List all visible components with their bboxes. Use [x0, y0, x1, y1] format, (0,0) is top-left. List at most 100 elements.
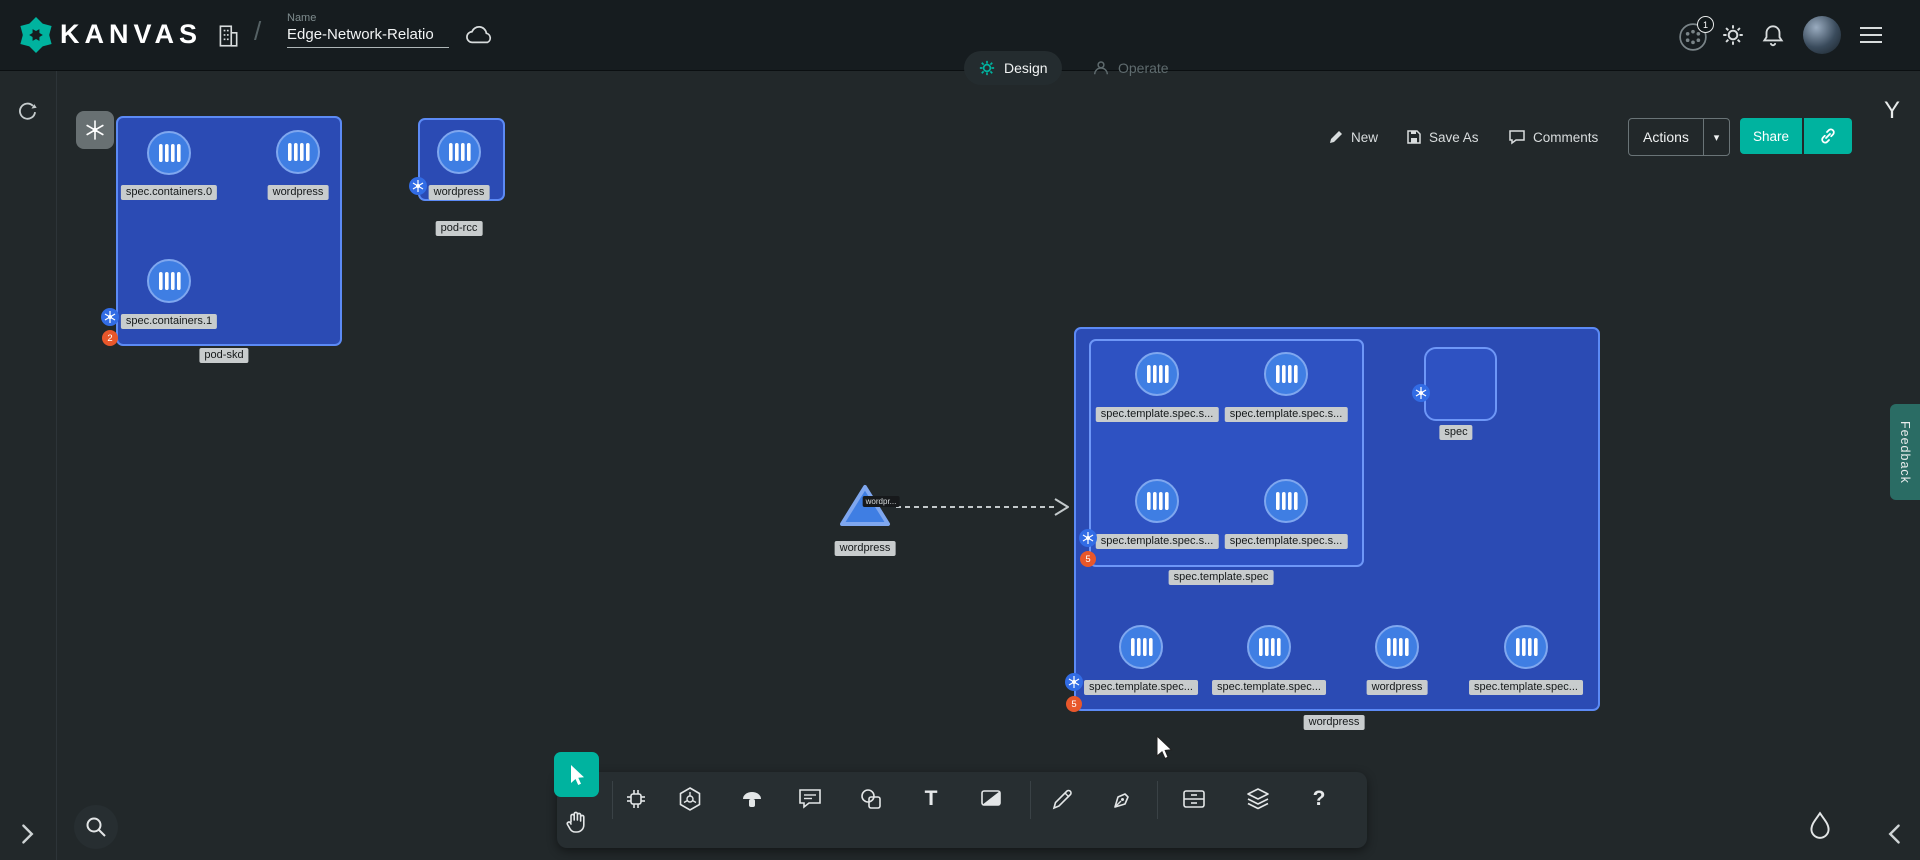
save-icon [1406, 129, 1422, 145]
container-node[interactable] [1503, 624, 1549, 670]
menu-hamburger-icon[interactable] [1858, 24, 1884, 46]
node-label: wordpress [268, 185, 329, 200]
design-tab-icon [978, 59, 996, 77]
container-icon [1118, 624, 1164, 670]
container-node[interactable] [1263, 478, 1309, 524]
component-icon [623, 786, 649, 812]
container-node[interactable] [1118, 624, 1164, 670]
import-drawer-tool-button[interactable] [1174, 779, 1214, 819]
left-rail [0, 70, 57, 860]
breadcrumb-slash: / [254, 16, 261, 47]
snowflake-icon [83, 118, 107, 142]
settings-gear-icon[interactable] [1720, 22, 1746, 48]
cursor-arrow-icon [566, 763, 588, 787]
kubernetes-badge-icon [1412, 384, 1430, 402]
layers-tool-button[interactable] [1238, 779, 1278, 819]
copy-link-button[interactable] [1804, 118, 1852, 154]
node-label: spec.template.spec... [1469, 680, 1583, 695]
collapse-left-chevron-icon[interactable] [1886, 822, 1904, 846]
actions-dropdown-button[interactable]: Actions ▾ [1628, 118, 1730, 156]
expand-right-chevron-icon[interactable] [18, 822, 36, 846]
user-avatar[interactable] [1803, 16, 1841, 54]
new-button-label: New [1351, 130, 1378, 145]
tab-operate[interactable]: Operate [1078, 51, 1183, 85]
organization-icon[interactable] [216, 23, 240, 49]
doodle-shapes-icon [858, 786, 884, 812]
freehand-draw-tool-button[interactable] [1103, 779, 1143, 819]
mushroom-icon [739, 786, 765, 812]
design-name-block: Name Edge-Network-Relatio [287, 12, 449, 48]
container-node[interactable] [436, 129, 482, 175]
select-tool-button[interactable] [554, 752, 599, 797]
patterns-tool-button[interactable] [732, 779, 772, 819]
node-label: spec.containers.1 [121, 314, 217, 329]
actions-caret[interactable]: ▾ [1703, 119, 1729, 155]
service-node-chip: wordpr... [863, 496, 900, 507]
group-label: spec.template.spec [1169, 570, 1274, 585]
container-node[interactable] [1134, 351, 1180, 397]
kubernetes-badge-icon [101, 308, 119, 326]
zoom-search-button[interactable] [74, 805, 118, 849]
container-node[interactable] [1374, 624, 1420, 670]
group-label: pod-rcc [436, 221, 483, 236]
container-node[interactable] [1246, 624, 1292, 670]
kanvas-app: KANVAS / Name Edge-Network-Relatio [0, 0, 1920, 860]
shapes-tool-button[interactable] [971, 779, 1011, 819]
group-spec-template-spec[interactable] [1089, 339, 1364, 567]
text-tool-icon: T [925, 787, 938, 811]
cloud-sync-icon[interactable] [464, 24, 496, 48]
spec-node[interactable] [1424, 347, 1497, 421]
magnifier-icon [84, 815, 108, 839]
new-button[interactable]: New [1328, 123, 1378, 151]
container-node[interactable] [275, 129, 321, 175]
error-count-badge[interactable]: 5 [1080, 551, 1096, 567]
doodle-tool-button[interactable] [851, 779, 891, 819]
dock-divider [1157, 781, 1158, 819]
share-button-label: Share [1753, 129, 1789, 144]
kanvas-logo-icon[interactable] [16, 15, 56, 55]
comment-icon [1508, 129, 1526, 145]
ink-droplet-icon[interactable] [1808, 810, 1832, 840]
help-tool-button[interactable]: ? [1299, 779, 1339, 819]
container-node[interactable] [1263, 351, 1309, 397]
help-icon: ? [1313, 787, 1326, 811]
comments-button[interactable]: Comments [1508, 123, 1598, 151]
kubernetes-badge-icon [1065, 673, 1083, 691]
edge-edit-tool-button[interactable] [1043, 779, 1083, 819]
save-as-button[interactable]: Save As [1406, 123, 1479, 151]
container-icon [1134, 478, 1180, 524]
design-name-input[interactable]: Edge-Network-Relatio [287, 26, 449, 48]
edge-service-to-deployment[interactable] [890, 494, 1080, 520]
feedback-label: Feedback [1898, 421, 1912, 484]
comment-tool-button[interactable] [790, 779, 830, 819]
link-icon [1818, 126, 1838, 146]
container-node[interactable] [146, 130, 192, 176]
collaborator-indicator[interactable]: Y [1884, 97, 1900, 125]
node-label: spec.containers.0 [121, 185, 217, 200]
error-count-badge[interactable]: 5 [1066, 696, 1082, 712]
error-count-badge[interactable]: 2 [102, 330, 118, 346]
drawer-icon [1181, 787, 1207, 811]
history-sync-icon[interactable] [15, 98, 41, 124]
container-node[interactable] [1134, 478, 1180, 524]
kubernetes-tool-button[interactable] [670, 779, 710, 819]
group-label: wordpress [1304, 715, 1365, 730]
notifications-bell-icon[interactable] [1760, 22, 1786, 48]
header-bar: KANVAS / Name Edge-Network-Relatio [0, 0, 1920, 71]
canvas-flower-button[interactable] [76, 111, 114, 149]
node-label: spec.template.spec... [1084, 680, 1198, 695]
pan-tool-button[interactable] [556, 802, 596, 842]
component-tool-button[interactable] [616, 779, 656, 819]
tab-design[interactable]: Design [964, 51, 1062, 85]
kubernetes-badge-icon [1079, 529, 1097, 547]
feedback-tab[interactable]: Feedback [1890, 404, 1920, 500]
notification-count-badge: 1 [1697, 16, 1714, 33]
container-node[interactable] [146, 258, 192, 304]
save-as-button-label: Save As [1429, 130, 1479, 145]
actions-dropdown-label: Actions [1629, 129, 1703, 145]
text-tool-button[interactable]: T [911, 779, 951, 819]
design-name-label: Name [287, 12, 449, 24]
logo-text[interactable]: KANVAS [60, 19, 202, 50]
container-icon [436, 129, 482, 175]
share-button[interactable]: Share [1740, 118, 1802, 154]
